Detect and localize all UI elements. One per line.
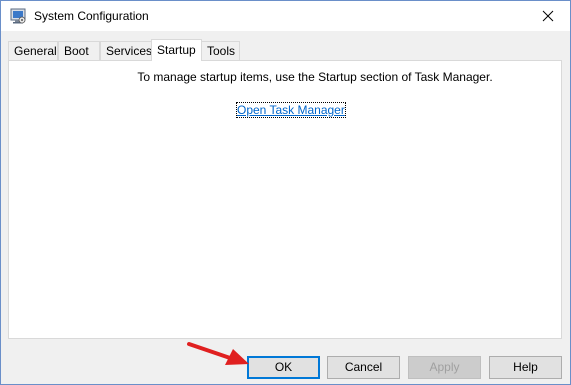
red-arrow-annotation-icon [187, 342, 249, 365]
open-task-manager-link[interactable]: Open Task Manager [236, 102, 346, 118]
tab-tools[interactable]: Tools [201, 41, 240, 60]
tab-general[interactable]: General [8, 41, 58, 60]
ok-button[interactable]: OK [247, 356, 320, 379]
tab-strip: General Boot Services Startup Tools [1, 31, 570, 61]
tab-label: General [14, 44, 57, 58]
system-configuration-window: System Configuration General Boot Servic… [0, 0, 571, 385]
close-icon [542, 10, 554, 22]
apply-button[interactable]: Apply [408, 356, 481, 379]
tab-label: Startup [157, 43, 196, 57]
tab-services[interactable]: Services [100, 41, 152, 60]
tab-label: Tools [207, 44, 236, 58]
close-button[interactable] [526, 1, 570, 31]
startup-tab-panel: To manage startup items, use the Startup… [8, 60, 562, 339]
startup-info-text: To manage startup items, use the Startup… [137, 70, 493, 84]
title-bar[interactable]: System Configuration [1, 1, 570, 31]
help-button[interactable]: Help [489, 356, 562, 379]
window-title: System Configuration [34, 9, 149, 23]
msconfig-icon [10, 8, 26, 24]
tab-label: Boot [64, 44, 89, 58]
tab-label: Services [106, 44, 153, 58]
tab-startup[interactable]: Startup [151, 39, 202, 61]
cancel-button[interactable]: Cancel [327, 356, 400, 379]
tab-boot[interactable]: Boot [58, 41, 100, 60]
